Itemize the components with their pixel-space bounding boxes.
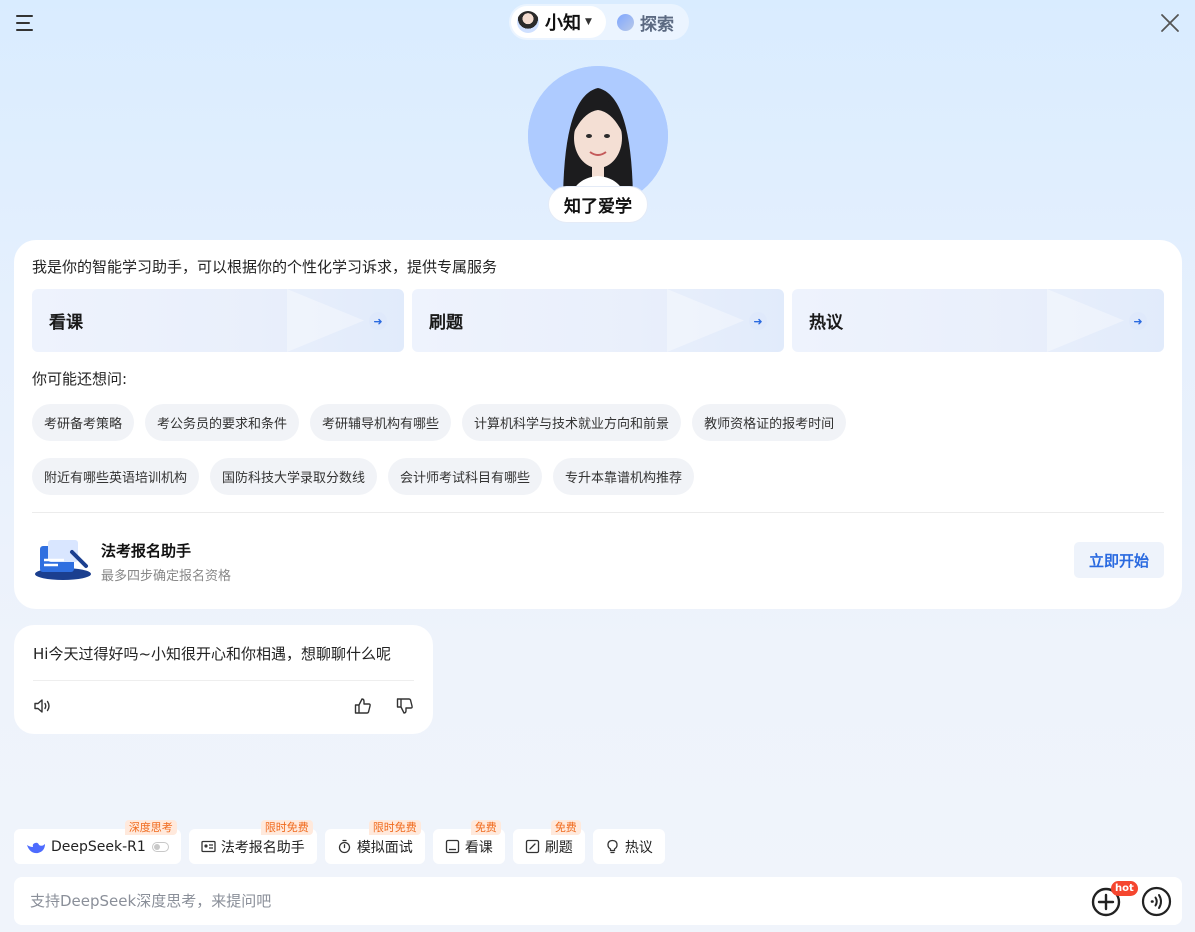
divider	[33, 680, 414, 681]
mock-interview-tool[interactable]: 模拟面试 限时免费	[324, 820, 425, 864]
discussion-decoration-icon	[1047, 289, 1124, 352]
thumbs-down-icon[interactable]	[395, 696, 415, 716]
tool-label: 看课	[464, 839, 493, 856]
tool-label: 法考报名助手	[220, 839, 305, 856]
suggestion-row-1: 考研备考策略 考公务员的要求和条件 考研辅导机构有哪些 计算机科学与技术就业方向…	[32, 404, 1172, 441]
explore-tab[interactable]: 探索	[617, 4, 674, 40]
message-text: Hi今天过得好吗~小知很开心和你相遇，想聊聊什么呢	[33, 645, 392, 663]
law-exam-assistant-tool[interactable]: 法考报名助手 限时免费	[188, 820, 317, 864]
suggestion-chip[interactable]: 专升本靠谱机构推荐	[553, 458, 695, 495]
play-decoration-icon	[287, 289, 364, 352]
practice-tool[interactable]: 刷题 免费	[512, 820, 585, 864]
hero-avatar	[528, 66, 668, 206]
assistant-switcher: 小知 ▼ 探索	[509, 4, 689, 40]
intro-text: 我是你的智能学习助手，可以根据你的个性化学习诉求，提供专属服务	[32, 258, 498, 276]
top-bar: 小知 ▼ 探索	[0, 0, 1195, 48]
arrow-right-icon: ➜	[1129, 312, 1147, 330]
watch-course-tool[interactable]: 看课 免费	[432, 820, 505, 864]
suggestion-chip[interactable]: 考研备考策略	[32, 404, 135, 441]
tool-label: 热议	[624, 839, 653, 856]
tool-bar: DeepSeek-R1 深度思考 法考报名助手 限时免费 模拟面试 限时免费 看…	[14, 820, 665, 864]
intro-card: 我是你的智能学习助手，可以根据你的个性化学习诉求，提供专属服务 看课 ➜ 刷题 …	[14, 240, 1182, 609]
feature-watch-course[interactable]: 看课 ➜	[32, 289, 404, 352]
assistant-name: 小知	[545, 13, 581, 34]
tool-tag: 免费	[550, 820, 581, 835]
promo-subtitle: 最多四步确定报名资格	[101, 569, 232, 584]
feature-label: 热议	[809, 313, 843, 333]
tool-tag: 免费	[470, 820, 501, 835]
assistant-message: Hi今天过得好吗~小知很开心和你相遇，想聊聊什么呢	[14, 625, 433, 734]
practice-decoration-icon	[667, 289, 744, 352]
law-exam-icon	[35, 540, 91, 580]
tool-label: 刷题	[544, 839, 573, 856]
feature-practice[interactable]: 刷题 ➜	[412, 289, 784, 352]
tool-tag: 限时免费	[368, 820, 421, 835]
suggestion-chip[interactable]: 考公务员的要求和条件	[145, 404, 300, 441]
arrow-right-icon: ➜	[369, 312, 387, 330]
feature-hot-discussion[interactable]: 热议 ➜	[792, 289, 1164, 352]
tool-tag: 限时免费	[260, 820, 313, 835]
toggle-switch[interactable]	[151, 841, 169, 852]
start-now-button[interactable]: 立即开始	[1074, 542, 1164, 578]
feature-label: 刷题	[429, 313, 463, 333]
deepseek-whale-icon	[27, 842, 45, 853]
suggestion-chip[interactable]: 国防科技大学录取分数线	[210, 458, 378, 495]
assistant-select[interactable]: 小知 ▼	[511, 6, 606, 38]
close-icon[interactable]	[1159, 12, 1181, 34]
explore-label: 探索	[640, 14, 674, 35]
thumbs-up-icon[interactable]	[353, 696, 373, 716]
divider	[32, 512, 1164, 513]
suggestion-chip[interactable]: 考研辅导机构有哪些	[310, 404, 452, 441]
promo-title: 法考报名助手	[101, 542, 192, 560]
hot-discussion-tool[interactable]: 热议	[592, 829, 665, 864]
suggestion-chip[interactable]: 会计师考试科目有哪些	[388, 458, 543, 495]
hot-badge: hot	[1111, 881, 1138, 896]
deepseek-r1-toggle[interactable]: DeepSeek-R1 深度思考	[14, 820, 181, 864]
feature-label: 看课	[49, 313, 83, 333]
menu-icon[interactable]	[16, 13, 38, 33]
bulb-icon	[607, 839, 618, 854]
caret-down-icon: ▼	[585, 17, 592, 27]
video-icon	[445, 839, 459, 854]
tool-label: DeepSeek-R1	[51, 838, 146, 855]
arrow-right-icon: ➜	[749, 312, 767, 330]
hero-name: 知了爱学	[548, 186, 648, 223]
tool-label: 模拟面试	[356, 839, 413, 856]
edit-icon	[525, 839, 539, 854]
tool-tag: 深度思考	[124, 820, 177, 835]
chat-input-bar: hot	[14, 877, 1182, 925]
suggestion-chip[interactable]: 附近有哪些英语培训机构	[32, 458, 200, 495]
assistant-avatar-icon	[517, 11, 539, 33]
voice-icon[interactable]	[1141, 886, 1172, 917]
suggestion-row-2: 附近有哪些英语培训机构 国防科技大学录取分数线 会计师考试科目有哪些 专升本靠谱…	[32, 458, 1172, 495]
id-card-icon	[201, 840, 216, 853]
stopwatch-icon	[338, 839, 350, 854]
explore-icon	[617, 13, 634, 31]
suggest-title: 你可能还想问:	[32, 370, 128, 388]
chat-input[interactable]	[30, 886, 1030, 916]
suggestion-chip[interactable]: 计算机科学与技术就业方向和前景	[462, 404, 682, 441]
speaker-icon[interactable]	[32, 696, 52, 716]
suggestion-chip[interactable]: 教师资格证的报考时间	[692, 404, 847, 441]
